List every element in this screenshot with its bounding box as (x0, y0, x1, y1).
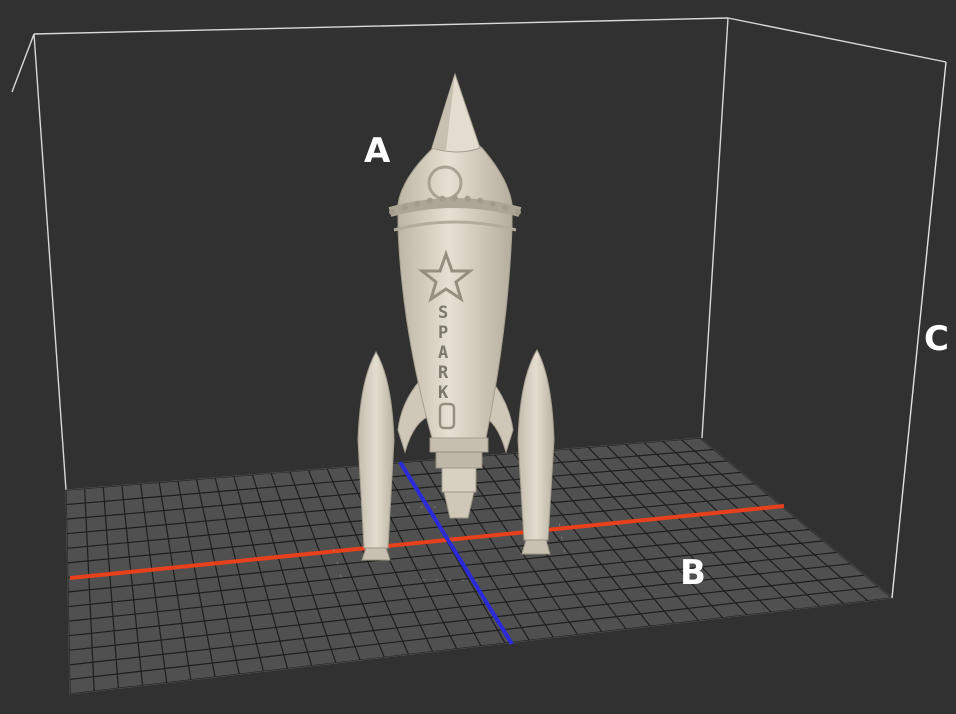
label-c: C (924, 319, 949, 359)
svg-text:S: S (438, 303, 448, 323)
rivet (502, 204, 509, 211)
rivet (414, 200, 421, 207)
svg-text:P: P (438, 323, 448, 343)
rivet (439, 195, 446, 202)
label-a: A (364, 131, 391, 171)
svg-text:- - -: - - - (405, 500, 438, 513)
rivet (426, 197, 433, 204)
3d-viewport[interactable]: - - - - - - - - - - - - - - S P A R K A … (0, 0, 956, 714)
rivet (477, 197, 484, 204)
rocket-embossed-text: S P A R K (438, 303, 449, 403)
rivet (401, 204, 408, 211)
svg-text:A: A (438, 343, 448, 363)
svg-text:- - - - -: - - - - - (420, 573, 480, 586)
rivet (489, 200, 496, 207)
rivet (452, 195, 458, 201)
label-b: B (680, 553, 706, 593)
svg-text:R: R (438, 363, 449, 383)
rivet (464, 195, 471, 202)
rivet (515, 209, 521, 215)
rivet (389, 209, 395, 215)
svg-text:K: K (438, 383, 449, 403)
